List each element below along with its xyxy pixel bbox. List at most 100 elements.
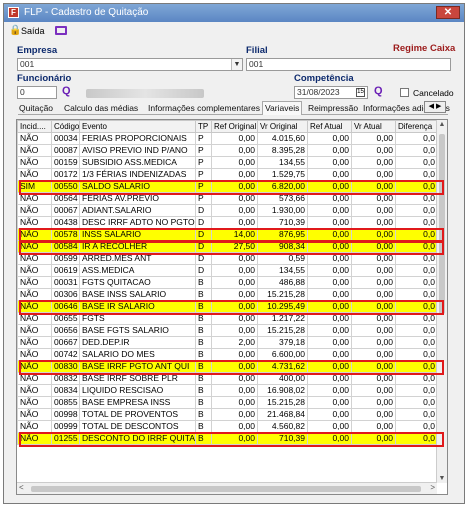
col-diferenca[interactable]: Diferença <box>395 120 438 133</box>
vertical-scrollbar[interactable]: ▲ ▼ <box>436 120 447 483</box>
table-row[interactable]: NÃO 00646 BASE IR SALARIO B 0,00 10.295,49 0,0… <box>17 300 438 313</box>
tab-variaveis[interactable]: Variaveis <box>262 101 303 115</box>
table-row[interactable]: NÃO 01255 DESCONTO DO IRRF QUITA B 0,00 710,3… <box>17 432 438 445</box>
tab-calculo-medias[interactable]: Calculo das médias <box>64 103 138 113</box>
cell-codigo: 00646 <box>51 300 80 313</box>
cell-vr-original: 400,00 <box>257 372 308 385</box>
cell-vr-original: 16.908,02 <box>257 384 308 397</box>
table-row[interactable]: NÃO 00834 LIQUIDO RESCISAO B 0,00 16.908,02 0,… <box>17 384 438 397</box>
cell-vr-atual: 0,00 <box>351 144 396 157</box>
tab-informacoes-complementares[interactable]: Informações complementares <box>148 103 260 113</box>
cell-tp: B <box>195 372 212 385</box>
filial-select[interactable]: 001 <box>246 58 451 71</box>
cell-ref-atual: 0,00 <box>307 384 352 397</box>
hscroll-thumb[interactable] <box>31 486 421 492</box>
cell-incid: NÃO <box>17 420 52 433</box>
scroll-right-icon[interactable]: > <box>430 483 435 492</box>
search-icon[interactable]: Q <box>374 85 383 97</box>
cell-evento: BASE INSS SALARIO <box>79 288 196 301</box>
cell-vr-atual: 0,00 <box>351 252 396 265</box>
table-row[interactable]: SIM 00550 SALDO SALARIO P 0,00 6.820,00 0,00 0,… <box>17 180 438 193</box>
cell-ref-original: 0,00 <box>211 300 258 313</box>
cell-vr-original: 8.395,28 <box>257 144 308 157</box>
table-row[interactable]: NÃO 00087 AVISO PREVIO IND P/ANO P 0,00 8.395… <box>17 144 438 157</box>
cell-tp: B <box>195 336 212 349</box>
cell-evento: SALARIO DO MES <box>79 348 196 361</box>
table-row[interactable]: NÃO 00655 FGTS B 0,00 1.217,22 0,00 0,00 0,0 <box>17 312 438 325</box>
table-row[interactable]: NÃO 00584 IR A RECOLHER D 27,50 908,34 0,00 0,0… <box>17 240 438 253</box>
table-row[interactable]: NÃO 00306 BASE INSS SALARIO B 0,00 15.215,28 0… <box>17 288 438 301</box>
search-icon[interactable]: Q <box>62 85 71 97</box>
cancelado-checkbox[interactable] <box>400 88 409 97</box>
cell-vr-original: 1.529,75 <box>257 168 308 181</box>
table-row[interactable]: NÃO 00830 BASE IRRF PGTO ANT QUI B 0,00 4.731… <box>17 360 438 373</box>
tab-quitacao[interactable]: Quitação <box>19 103 53 113</box>
table-row[interactable]: NÃO 00855 BASE EMPRESA INSS B 0,00 15.215,28 0… <box>17 396 438 409</box>
cell-vr-original: 4.731,62 <box>257 360 308 373</box>
table-row[interactable]: NÃO 00578 INSS SALARIO D 14,00 876,95 0,00 0,00… <box>17 228 438 241</box>
table-row[interactable]: NÃO 00172 1/3 FÉRIAS INDENIZADAS P 0,00 1.529… <box>17 168 438 181</box>
cell-codigo: 00855 <box>51 396 80 409</box>
cell-codigo: 00034 <box>51 132 80 145</box>
table-row[interactable]: NÃO 00998 TOTAL DE PROVENTOS B 0,00 21.468,84… <box>17 408 438 421</box>
table-row[interactable]: NÃO 00067 ADIANT.SALARIO D 0,00 1.930,00 0,00 0… <box>17 204 438 217</box>
cell-evento: BASE IRRF PGTO ANT QUI <box>79 360 196 373</box>
cell-tp: B <box>195 408 212 421</box>
cell-incid: SIM <box>17 180 52 193</box>
cell-vr-atual: 0,00 <box>351 168 396 181</box>
col-vr-atual[interactable]: Vr Atual <box>351 120 396 133</box>
employee-name-blurred <box>86 89 204 98</box>
table-row[interactable]: NÃO 00619 ASS.MEDICA D 0,00 134,55 0,00 0,00 0,0 <box>17 264 438 277</box>
main-window: F FLP - Cadastro de Quitação ✕ 🔒 Saída E… <box>3 3 465 504</box>
table-row[interactable]: NÃO 00438 DESC IRRF ADTO NO PGTO D 0,00 710,3… <box>17 216 438 229</box>
table-row[interactable]: NÃO 00742 SALARIO DO MES B 0,00 6.600,00 0,00 0… <box>17 348 438 361</box>
table-row[interactable]: NÃO 00564 FERIAS AV.PREVIO P 0,00 573,66 0,00 0… <box>17 192 438 205</box>
table-row[interactable]: NÃO 00832 BASE IRRF SOBRE PLR B 0,00 400,00 0,… <box>17 372 438 385</box>
cell-vr-atual: 0,00 <box>351 276 396 289</box>
cell-evento: BASE FGTS SALARIO <box>79 324 196 337</box>
col-ref-original[interactable]: Ref Original <box>211 120 258 133</box>
cell-ref-atual: 0,00 <box>307 192 352 205</box>
scroll-up-icon[interactable]: ▲ <box>437 121 447 128</box>
scroll-thumb[interactable] <box>439 134 445 314</box>
cell-vr-atual: 0,00 <box>351 420 396 433</box>
cell-vr-original: 1.217,22 <box>257 312 308 325</box>
tab-scroll-arrows[interactable]: ◀ ▶ <box>424 101 446 113</box>
scroll-left-icon[interactable]: < <box>19 483 24 492</box>
cell-ref-atual: 0,00 <box>307 300 352 313</box>
tab-reimpressao[interactable]: Reimpressão <box>308 103 358 113</box>
cell-vr-original: 876,95 <box>257 228 308 241</box>
table-row[interactable]: NÃO 00599 ARRED.MES ANT D 0,00 0,59 0,00 0,00 0,… <box>17 252 438 265</box>
col-evento[interactable]: Evento <box>79 120 196 133</box>
table-row[interactable]: NÃO 00034 FERIAS PROPORCIONAIS P 0,00 4.015,6… <box>17 132 438 145</box>
cell-tp: P <box>195 144 212 157</box>
table-row[interactable]: NÃO 00999 TOTAL DE DESCONTOS B 0,00 4.560,82 0… <box>17 420 438 433</box>
cell-incid: NÃO <box>17 432 52 445</box>
col-vr-original[interactable]: Vr Original <box>257 120 308 133</box>
close-button[interactable]: ✕ <box>436 6 460 19</box>
table-row[interactable]: NÃO 00159 SUBSIDIO ASS.MEDICA P 0,00 134,55 0,… <box>17 156 438 169</box>
scroll-down-icon[interactable]: ▼ <box>437 475 447 482</box>
col-incid[interactable]: Incid.... <box>17 120 52 133</box>
col-ref-atual[interactable]: Ref Atual <box>307 120 352 133</box>
cell-evento: 1/3 FÉRIAS INDENIZADAS <box>79 168 196 181</box>
cell-ref-atual: 0,00 <box>307 360 352 373</box>
empresa-select[interactable]: 001 ▼ <box>17 58 243 71</box>
cell-ref-original: 0,00 <box>211 288 258 301</box>
calendar-icon[interactable]: 15 <box>356 88 365 97</box>
cell-evento: DESC IRRF ADTO NO PGTO <box>79 216 196 229</box>
cell-codigo: 00834 <box>51 384 80 397</box>
exit-button[interactable]: Saída <box>21 26 45 36</box>
table-row[interactable]: NÃO 00031 FGTS QUITACAO B 0,00 486,88 0,00 0,00… <box>17 276 438 289</box>
table-row[interactable]: NÃO 00656 BASE FGTS SALARIO B 0,00 15.215,28 0… <box>17 324 438 337</box>
col-codigo[interactable]: Código <box>51 120 80 133</box>
cell-evento: ARRED.MES ANT <box>79 252 196 265</box>
horizontal-scrollbar[interactable]: < > <box>17 482 437 494</box>
monitor-icon[interactable] <box>55 26 67 35</box>
table-row[interactable]: NÃO 00667 DED.DEP.IR B 2,00 379,18 0,00 0,00 0,0 <box>17 336 438 349</box>
chevron-down-icon[interactable]: ▼ <box>231 59 242 70</box>
col-tp[interactable]: TP <box>195 120 212 133</box>
cell-ref-original: 0,00 <box>211 420 258 433</box>
cell-evento: TOTAL DE DESCONTOS <box>79 420 196 433</box>
funcionario-code-input[interactable]: 0 <box>17 86 57 99</box>
